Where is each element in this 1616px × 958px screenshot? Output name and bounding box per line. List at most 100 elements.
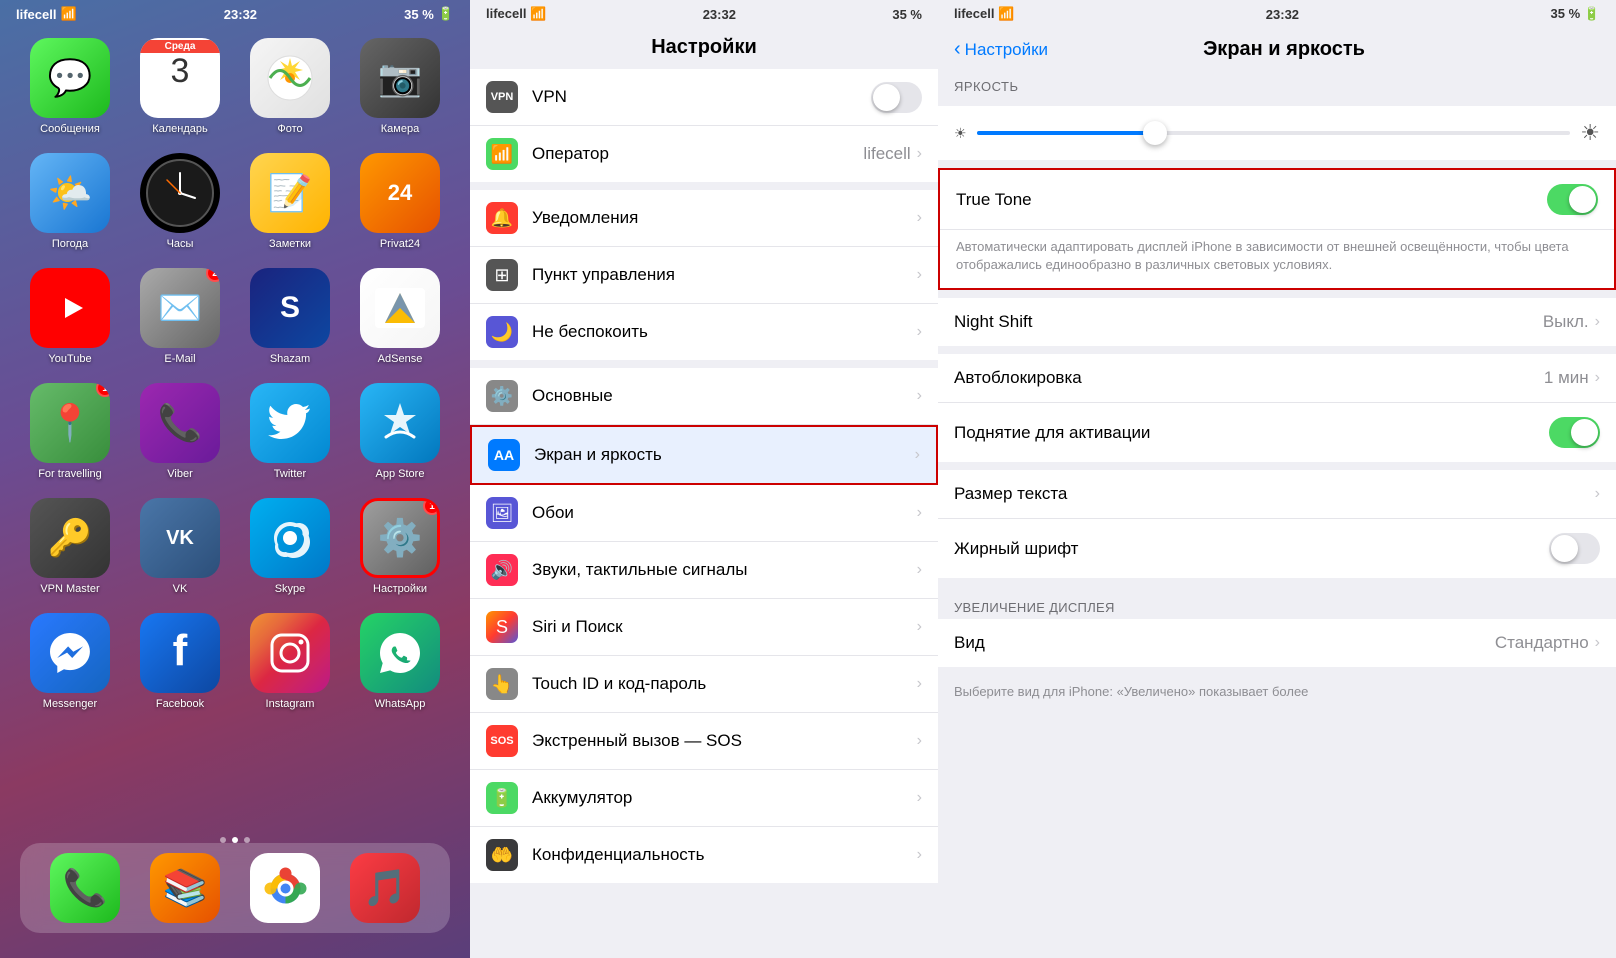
app-privat24[interactable]: 24 Privat24	[350, 153, 450, 250]
vpn-icon: VPN	[486, 81, 518, 113]
display-icon: AA	[488, 439, 520, 471]
brightness-fill	[977, 131, 1155, 135]
dnd-icon: 🌙	[486, 316, 518, 348]
settings-row-privacy[interactable]: 🤲 Конфиденциальность ›	[470, 827, 938, 883]
night-shift-value: Выкл.	[1543, 312, 1589, 332]
app-email[interactable]: ✉️ 2 E-Mail	[130, 268, 230, 365]
settings-row-operator[interactable]: 📶 Оператор lifecell ›	[470, 126, 938, 182]
app-vpnmaster[interactable]: 🔑 VPN Master	[20, 498, 120, 595]
settings-row-notifications[interactable]: 🔔 Уведомления ›	[470, 190, 938, 247]
app-viber-icon: 📞	[140, 383, 220, 463]
dock-books[interactable]: 📚	[150, 853, 220, 923]
app-weather-icon: 🌤️	[30, 153, 110, 233]
app-settings-home[interactable]: ⚙️ 1 Настройки	[350, 498, 450, 595]
wallpaper-chevron: ›	[917, 504, 922, 522]
settings-row-dnd[interactable]: 🌙 Не беспокоить ›	[470, 304, 938, 360]
app-calendar[interactable]: Среда 3 Календарь	[130, 38, 230, 135]
vpn-label: VPN	[532, 87, 871, 107]
zoom-row[interactable]: Вид Стандартно ›	[938, 619, 1616, 667]
settings-row-sounds[interactable]: 🔊 Звуки, тактильные сигналы ›	[470, 542, 938, 599]
truetone-desc: Автоматически адаптировать дисплей iPhon…	[940, 230, 1614, 288]
app-weather[interactable]: 🌤️ Погода	[20, 153, 120, 250]
app-messages-icon: 💬	[30, 38, 110, 118]
sos-label: Экстренный вызов — SOS	[532, 731, 917, 751]
raise-toggle[interactable]	[1549, 417, 1600, 448]
app-skype[interactable]: Skype	[240, 498, 340, 595]
control-icon: ⊞	[486, 259, 518, 291]
settings-row-siri[interactable]: S Siri и Поиск ›	[470, 599, 938, 656]
app-adsense[interactable]: AdSense	[350, 268, 450, 365]
back-button[interactable]: ‹ Настройки	[954, 38, 1048, 61]
display-page-title: Экран и яркость	[1048, 38, 1520, 61]
app-messages[interactable]: 💬 Сообщения	[20, 38, 120, 135]
autolock-chevron: ›	[1595, 369, 1600, 387]
brightness-low-icon: ☀	[954, 125, 967, 142]
app-youtube[interactable]: YouTube	[20, 268, 120, 365]
privacy-chevron: ›	[917, 846, 922, 864]
app-vk[interactable]: VK VK	[130, 498, 230, 595]
home-time: 23:32	[224, 7, 257, 22]
settings-battery: 35 %	[892, 7, 922, 22]
app-shazam[interactable]: S Shazam	[240, 268, 340, 365]
app-photos[interactable]: Фото	[240, 38, 340, 135]
app-camera[interactable]: 📷 Камера	[350, 38, 450, 135]
touchid-label: Touch ID и код-пароль	[532, 674, 917, 694]
settings-row-display[interactable]: AA Экран и яркость ›	[470, 425, 938, 485]
sounds-icon: 🔊	[486, 554, 518, 586]
settings-row-control[interactable]: ⊞ Пункт управления ›	[470, 247, 938, 304]
app-vk-icon: VK	[140, 498, 220, 578]
dock-chrome[interactable]	[250, 853, 320, 923]
bold-toggle[interactable]	[1549, 533, 1600, 564]
sos-icon: SOS	[486, 725, 518, 757]
vpn-toggle[interactable]	[871, 82, 922, 113]
touchid-chevron: ›	[917, 675, 922, 693]
app-messages-label: Сообщения	[40, 123, 100, 135]
app-instagram[interactable]: Instagram	[240, 613, 340, 710]
general-chevron: ›	[917, 387, 922, 405]
app-twitter[interactable]: Twitter	[240, 383, 340, 480]
dock-music[interactable]: 🎵	[350, 853, 420, 923]
brightness-section-header: ЯРКОСТЬ	[938, 71, 1616, 98]
app-vk-label: VK	[173, 583, 188, 595]
app-vpnmaster-label: VPN Master	[40, 583, 99, 595]
app-clock[interactable]: Часы	[130, 153, 230, 250]
truetone-label: True Tone	[956, 190, 1547, 210]
app-notes[interactable]: 📝 Заметки	[240, 153, 340, 250]
bold-label: Жирный шрифт	[954, 539, 1549, 559]
settings-row-general[interactable]: ⚙️ Основные ›	[470, 368, 938, 425]
night-shift-row[interactable]: Night Shift Выкл. ›	[938, 298, 1616, 346]
app-viber[interactable]: 📞 Viber	[130, 383, 230, 480]
notifications-label: Уведомления	[532, 208, 917, 228]
app-twitter-icon	[250, 383, 330, 463]
autolock-value: 1 мин	[1544, 368, 1589, 388]
app-whatsapp[interactable]: WhatsApp	[350, 613, 450, 710]
back-chevron-icon: ‹	[954, 38, 961, 61]
dock-phone[interactable]: 📞	[50, 853, 120, 923]
dock-books-icon: 📚	[150, 853, 220, 923]
app-settings-badge: 1	[423, 498, 440, 515]
app-maps[interactable]: 📍 1 For travelling	[20, 383, 120, 480]
settings-row-wallpaper[interactable]: 🖼 Обои ›	[470, 485, 938, 542]
settings-row-touchid[interactable]: 👆 Touch ID и код-пароль ›	[470, 656, 938, 713]
settings-row-sos[interactable]: SOS Экстренный вызов — SOS ›	[470, 713, 938, 770]
truetone-toggle[interactable]	[1547, 184, 1598, 215]
brightness-track[interactable]	[977, 131, 1571, 135]
app-shazam-icon: S	[250, 268, 330, 348]
dock-phone-icon: 📞	[50, 853, 120, 923]
app-viber-label: Viber	[167, 468, 192, 480]
app-email-badge: 2	[206, 268, 220, 282]
text-size-row[interactable]: Размер текста ›	[938, 470, 1616, 519]
app-adsense-icon	[360, 268, 440, 348]
wallpaper-label: Обои	[532, 503, 917, 523]
app-messenger[interactable]: Messenger	[20, 613, 120, 710]
brightness-thumb[interactable]	[1143, 121, 1167, 145]
app-appstore[interactable]: App Store	[350, 383, 450, 480]
app-facebook[interactable]: f Facebook	[130, 613, 230, 710]
app-messenger-icon	[30, 613, 110, 693]
app-camera-icon: 📷	[360, 38, 440, 118]
autolock-row[interactable]: Автоблокировка 1 мин ›	[938, 354, 1616, 403]
dock-music-icon: 🎵	[350, 853, 420, 923]
settings-row-vpn[interactable]: VPN VPN	[470, 69, 938, 126]
autolock-section: Автоблокировка 1 мин › Поднятие для акти…	[938, 354, 1616, 462]
settings-row-battery[interactable]: 🔋 Аккумулятор ›	[470, 770, 938, 827]
